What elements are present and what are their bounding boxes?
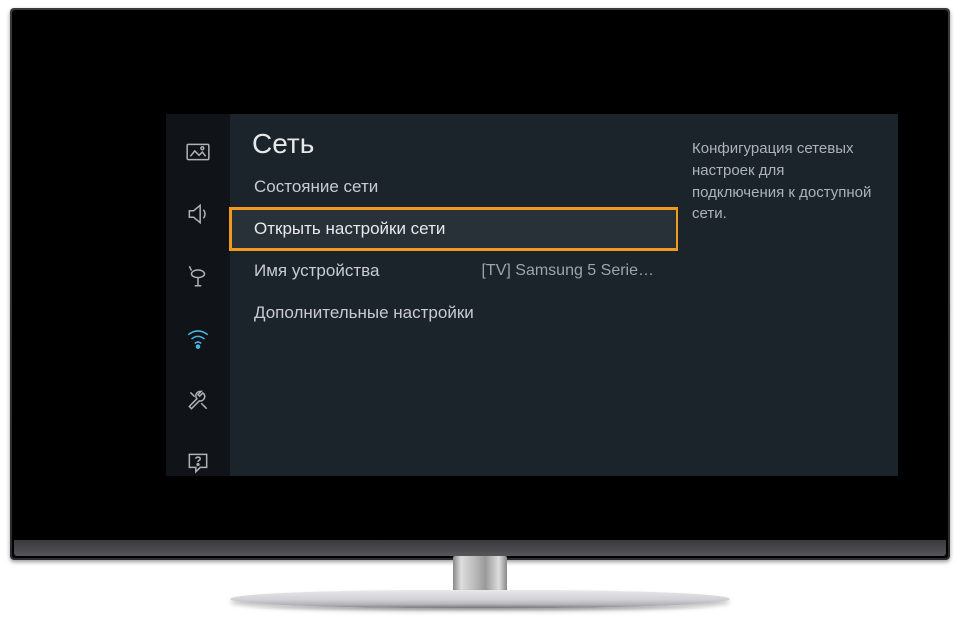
tv-bottom-bezel [14,540,946,556]
tools-icon[interactable] [184,386,212,414]
tv-stand-neck [453,556,507,594]
menu-item-label: Имя устройства [254,261,379,281]
menu-item-device-name[interactable]: Имя устройства [TV] Samsung 5 Serie… [230,250,678,292]
menu-item-label: Дополнительные настройки [254,303,474,323]
settings-sidebar [166,114,230,476]
tv-stand-base [230,590,730,608]
settings-panel: Сеть Состояние сети Открыть настройки се… [166,114,898,476]
settings-description-panel: Конфигурация сетевых настроек для подклю… [678,114,898,476]
network-icon[interactable] [184,324,212,352]
menu-item-label: Состояние сети [254,177,378,197]
menu-item-label: Открыть настройки сети [254,219,445,239]
menu-item-network-status[interactable]: Состояние сети [230,166,678,208]
sound-icon[interactable] [184,200,212,228]
menu-item-open-network-settings[interactable]: Открыть настройки сети [230,208,678,250]
menu-item-advanced-settings[interactable]: Дополнительные настройки [230,292,678,334]
tv-frame: Сеть Состояние сети Открыть настройки се… [10,8,950,560]
page-title: Сеть [230,128,678,166]
support-icon[interactable] [184,448,212,476]
menu-item-value: [TV] Samsung 5 Serie… [481,262,654,280]
settings-description-text: Конфигурация сетевых настроек для подклю… [692,138,880,225]
tv-screen: Сеть Состояние сети Открыть настройки се… [36,32,924,532]
tv-bezel: Сеть Состояние сети Открыть настройки се… [12,10,948,558]
picture-icon[interactable] [184,138,212,166]
settings-main: Сеть Состояние сети Открыть настройки се… [230,114,678,476]
broadcast-icon[interactable] [184,262,212,290]
